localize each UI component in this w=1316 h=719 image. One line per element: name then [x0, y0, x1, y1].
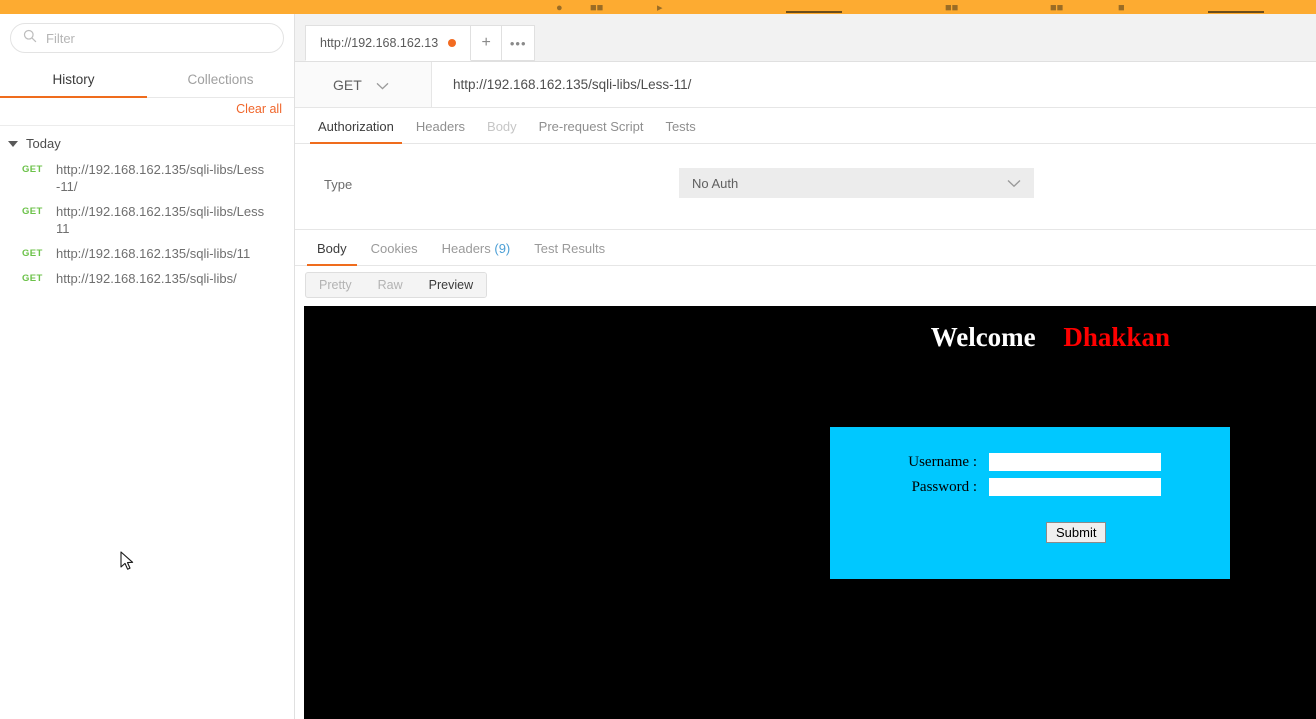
username-row: Username :	[894, 453, 1230, 471]
search-icon	[23, 29, 37, 48]
request-tab-label: http://192.168.162.13	[320, 36, 439, 50]
password-input[interactable]	[989, 478, 1161, 496]
workspace: History Collections Clear all Today GET …	[0, 14, 1316, 719]
http-method-value: GET	[333, 76, 362, 93]
chevron-down-icon	[1007, 176, 1021, 191]
history-group-label: Today	[26, 136, 61, 151]
username-input[interactable]	[989, 453, 1161, 471]
new-tab-button[interactable]: +	[471, 25, 503, 61]
history-method-badge: GET	[22, 164, 43, 175]
main-panel: http://192.168.162.13 + ••• GET http://1…	[295, 14, 1316, 719]
response-view-toggle-row: Pretty Raw Preview	[295, 266, 1316, 304]
app-top-bar: ● ■■ ▸ ■■ ■■ ■	[0, 0, 1316, 14]
history-method-badge: GET	[22, 273, 43, 284]
history-method-badge: GET	[22, 206, 43, 217]
history-group-today[interactable]: Today	[0, 126, 294, 157]
response-tab-headers[interactable]: Headers (9)	[430, 241, 523, 265]
topbar-underline-signin	[1208, 11, 1264, 13]
history-item[interactable]: GET http://192.168.162.135/sqli-libs/Les…	[0, 157, 294, 199]
filter-container	[0, 14, 294, 61]
topbar-glyph-runner[interactable]: ▸	[657, 3, 663, 14]
tab-headers[interactable]: Headers	[405, 119, 476, 143]
history-item[interactable]: GET http://192.168.162.135/sqli-libs/	[0, 266, 294, 291]
clear-all-row: Clear all	[0, 98, 294, 126]
authorization-panel: Type No Auth	[295, 144, 1316, 230]
unsaved-changes-dot[interactable]	[448, 39, 457, 47]
history-item[interactable]: GET http://192.168.162.135/sqli-libs/Les…	[0, 199, 294, 241]
response-tab-test-results-label: Test Results	[534, 241, 606, 256]
password-row: Password :	[894, 478, 1230, 496]
tab-options-button[interactable]: •••	[502, 25, 536, 61]
mouse-cursor	[120, 551, 136, 573]
caret-down-icon	[8, 140, 18, 147]
topbar-glyph-new[interactable]: ●	[556, 3, 563, 14]
view-mode-raw[interactable]: Raw	[365, 273, 416, 297]
auth-type-value: No Auth	[692, 175, 739, 191]
chevron-down-icon	[376, 77, 389, 93]
response-tab-body-label: Body	[317, 241, 347, 256]
response-headers-count: (9)	[494, 241, 511, 256]
history-item-url: http://192.168.162.135/sqli-libs/11	[56, 246, 251, 261]
response-tab-headers-label: Headers	[441, 241, 491, 256]
auth-type-label: Type	[324, 177, 353, 192]
response-tab-test-results[interactable]: Test Results	[522, 241, 617, 265]
response-tab-body[interactable]: Body	[305, 241, 359, 266]
auth-type-dropdown[interactable]: No Auth	[679, 168, 1034, 198]
submit-button[interactable]: Submit	[1046, 522, 1107, 543]
response-tabs: Body Cookies Headers (9) Test Results	[295, 230, 1316, 266]
url-bar: GET http://192.168.162.135/sqli-libs/Les…	[295, 62, 1316, 108]
topbar-glyph-settings[interactable]: ■	[1118, 3, 1125, 14]
topbar-glyph-invite[interactable]: ■■	[945, 3, 958, 14]
response-tab-cookies-label: Cookies	[370, 241, 418, 256]
tab-tests[interactable]: Tests	[654, 119, 706, 143]
history-item-url: http://192.168.162.135/sqli-libs/	[56, 271, 237, 286]
filter-input[interactable]	[46, 30, 271, 46]
tab-authorization[interactable]: Authorization	[307, 119, 405, 144]
response-tab-cookies[interactable]: Cookies	[359, 241, 430, 265]
request-subtabs: Authorization Headers Body Pre-request S…	[295, 108, 1316, 144]
history-item-url: http://192.168.162.135/sqli-libs/Less-11…	[56, 162, 265, 194]
view-mode-preview[interactable]: Preview	[415, 273, 487, 297]
tab-body[interactable]: Body	[476, 119, 528, 143]
welcome-name: Dhakkan	[1063, 322, 1170, 352]
welcome-word: Welcome	[930, 322, 1036, 352]
sidebar: History Collections Clear all Today GET …	[0, 14, 295, 719]
clear-all-button[interactable]: Clear all	[236, 102, 282, 116]
filter-box[interactable]	[10, 23, 284, 53]
request-tab-strip: http://192.168.162.13 + •••	[295, 14, 1316, 62]
history-item[interactable]: GET http://192.168.162.135/sqli-libs/11	[0, 241, 294, 266]
history-item-url: http://192.168.162.135/sqli-libs/Less 11	[56, 204, 265, 236]
response-preview-frame: Welcome Dhakkan Username : Password : Su…	[304, 306, 1316, 719]
http-method-selector[interactable]: GET	[295, 62, 432, 107]
sidebar-tab-history[interactable]: History	[0, 61, 147, 98]
welcome-heading: Welcome Dhakkan	[931, 322, 1170, 353]
response-view-toggle: Pretty Raw Preview	[305, 272, 488, 298]
request-url-input[interactable]: http://192.168.162.135/sqli-libs/Less-11…	[432, 62, 1316, 107]
sidebar-tabs: History Collections	[0, 61, 294, 98]
topbar-glyph-sync[interactable]: ■■	[1050, 3, 1063, 14]
request-tab[interactable]: http://192.168.162.13	[305, 25, 472, 61]
login-form: Username : Password : Submit	[830, 427, 1230, 579]
topbar-underline-workspace	[786, 11, 842, 13]
tab-pre-request-script[interactable]: Pre-request Script	[528, 119, 655, 143]
view-mode-pretty[interactable]: Pretty	[306, 273, 365, 297]
history-method-badge: GET	[22, 248, 43, 259]
username-label: Username :	[908, 453, 977, 470]
submit-row: Submit	[1046, 522, 1230, 543]
sidebar-tab-collections[interactable]: Collections	[147, 61, 294, 97]
topbar-glyph-import[interactable]: ■■	[590, 3, 603, 14]
password-label: Password :	[911, 478, 977, 495]
